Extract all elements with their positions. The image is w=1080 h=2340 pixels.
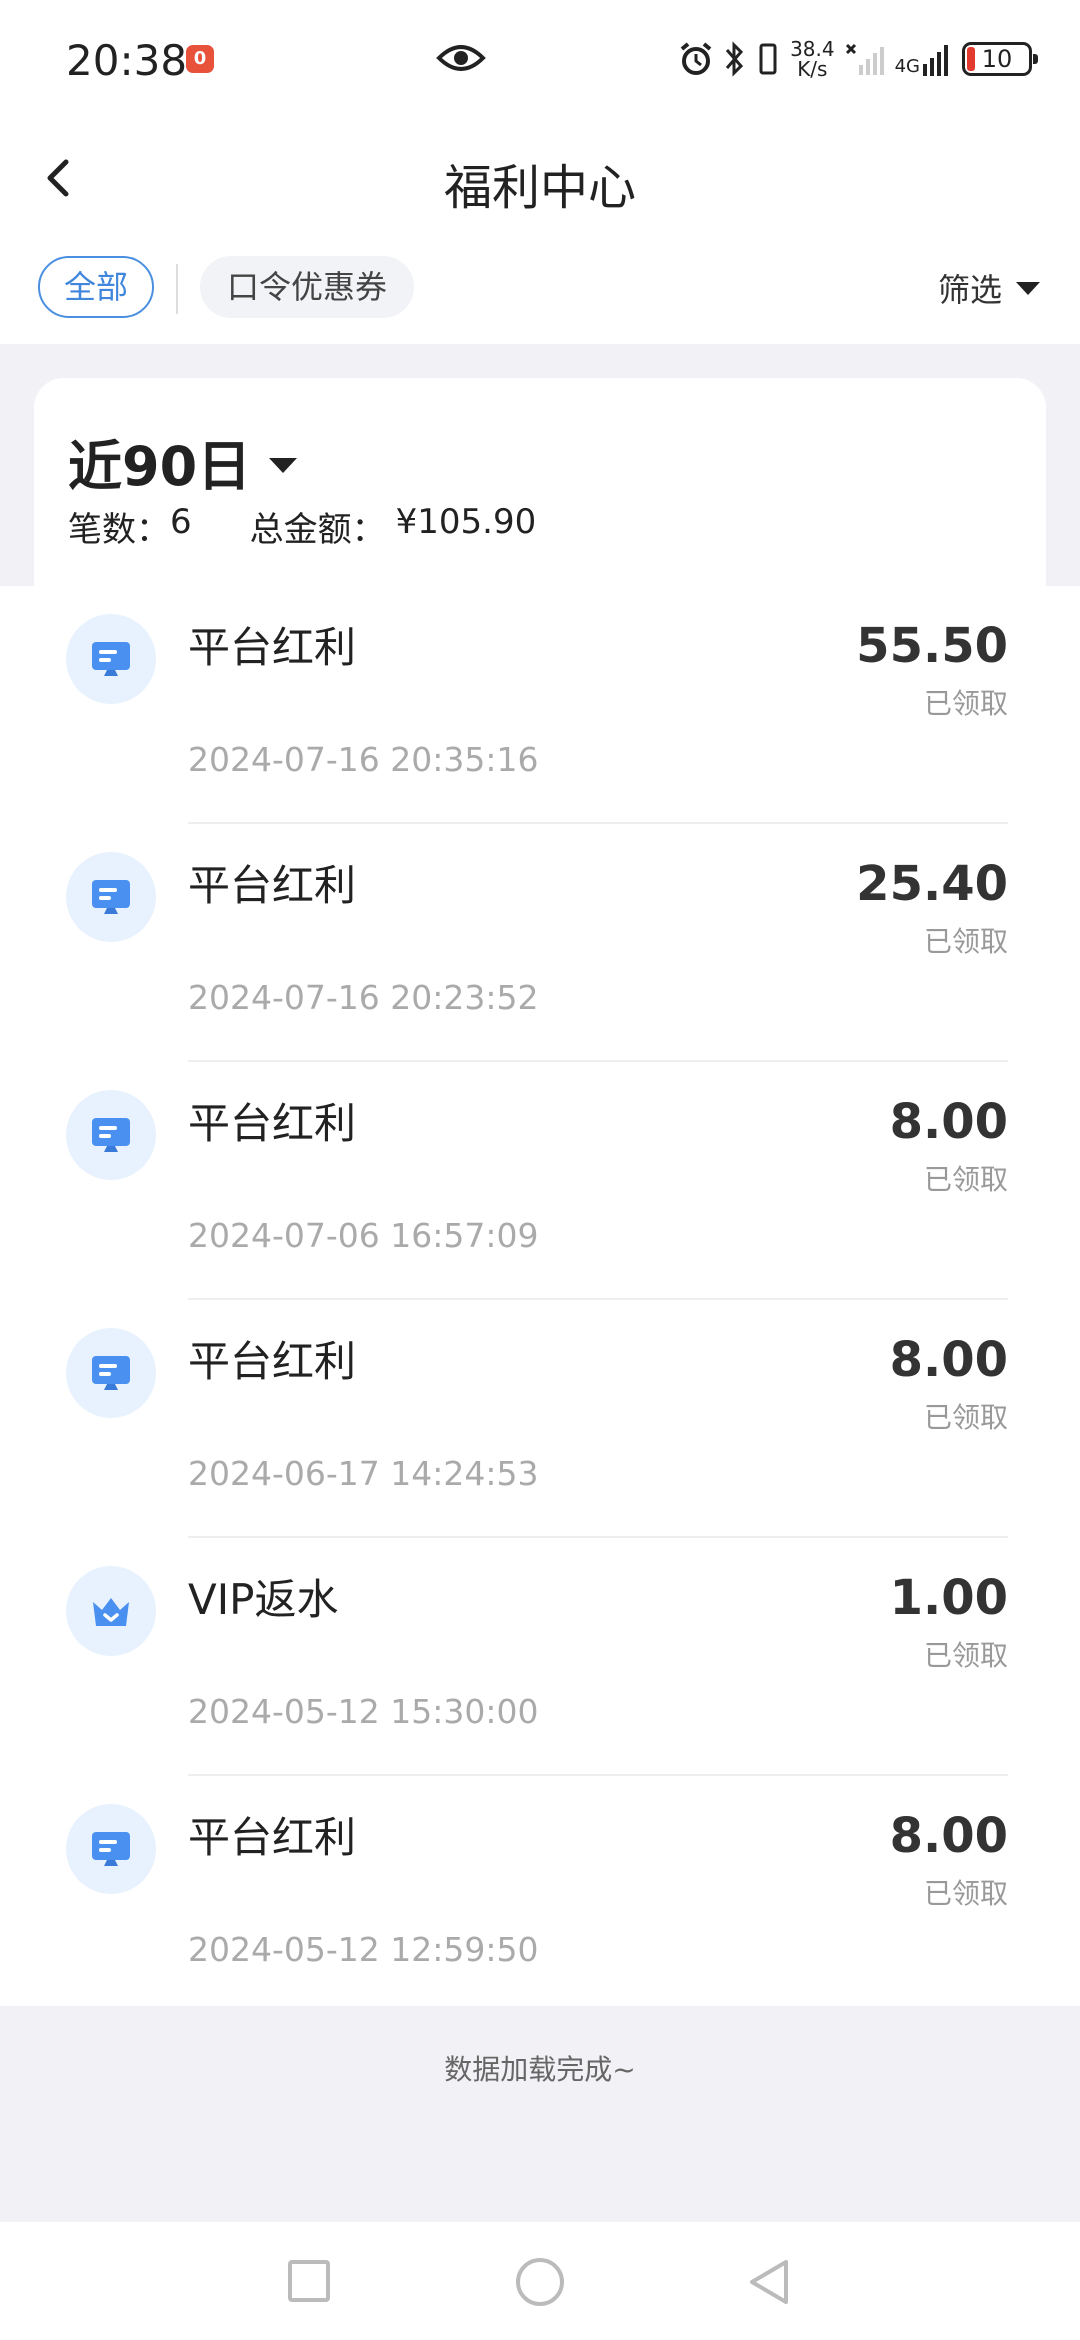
vibrate-icon [759, 43, 777, 75]
record-title: 平台红利 [188, 1099, 357, 1148]
total-value: ¥105.90 [395, 502, 537, 542]
notification-badge: 0 [186, 45, 214, 73]
net-speed-unit: K/s [797, 57, 828, 81]
monitor-icon [66, 1804, 156, 1894]
record-status: 已领取 [923, 925, 1008, 958]
signal-empty-icon [845, 43, 884, 75]
record-time: 2024-07-16 20:35:16 [188, 740, 539, 779]
monitor-icon [66, 852, 156, 942]
total-label: 总金额： [249, 510, 386, 550]
record-amount: 8.00 [889, 1808, 1008, 1864]
list-item[interactable]: 平台红利 8.00 已领取 2024-07-06 16:57:09 [0, 1062, 1080, 1300]
list-item[interactable]: VIP返水 1.00 已领取 2024-05-12 15:30:00 [0, 1538, 1080, 1776]
list-item[interactable]: 平台红利 55.50 已领取 2024-07-16 20:35:16 [0, 586, 1080, 824]
record-time: 2024-05-12 15:30:00 [188, 1692, 539, 1731]
record-amount: 25.40 [856, 856, 1008, 912]
caret-down-icon [269, 458, 298, 473]
period-label: 近90日 [68, 435, 252, 498]
record-title: 平台红利 [188, 1337, 357, 1386]
record-status: 已领取 [923, 1163, 1008, 1196]
signal-full-icon [923, 45, 948, 76]
record-title: 平台红利 [188, 1813, 357, 1862]
eye-icon [436, 45, 486, 71]
page-title: 福利中心 [443, 160, 636, 216]
status-icons: 38.4 K/s 4G 10 [678, 34, 1038, 84]
record-amount: 8.00 [889, 1332, 1008, 1388]
crown-icon [66, 1566, 156, 1656]
record-list: 平台红利 55.50 已领取 2024-07-16 20:35:16 平台红利 … [0, 586, 1080, 2006]
record-time: 2024-05-12 12:59:50 [188, 1930, 539, 1969]
record-status: 已领取 [923, 1639, 1008, 1672]
net-speed: 38.4 K/s [790, 39, 835, 79]
alarm-icon [680, 42, 712, 75]
caret-down-icon [1016, 281, 1040, 295]
back-triangle-icon[interactable] [744, 2256, 794, 2308]
filter-chip-all[interactable]: 全部 [38, 256, 154, 318]
chip-divider [176, 264, 178, 314]
load-complete-text: 数据加载完成~ [444, 2053, 636, 2086]
filter-label: 筛选 [937, 271, 1002, 309]
record-time: 2024-06-17 14:24:53 [188, 1454, 539, 1493]
list-item[interactable]: 平台红利 25.40 已领取 2024-07-16 20:23:52 [0, 824, 1080, 1062]
count-label: 笔数： [68, 510, 170, 550]
list-item[interactable]: 平台红利 8.00 已领取 2024-06-17 14:24:53 [0, 1300, 1080, 1538]
period-selector[interactable]: 近90日 [68, 422, 298, 501]
network-type: 4G [894, 56, 920, 77]
list-item[interactable]: 平台红利 8.00 已领取 2024-05-12 12:59:50 [0, 1776, 1080, 2014]
record-title: 平台红利 [188, 623, 357, 672]
title-bar: 福利中心 [0, 120, 1080, 230]
signal-4g: 4G [895, 42, 952, 76]
summary-stats: 笔数： 6 总金额： ¥105.90 [68, 502, 536, 551]
net-speed-value: 38.4 [790, 37, 835, 61]
status-bar: 20:38 0 38.4 K/s 4G 10 [0, 0, 1080, 120]
summary-card: 近90日 笔数： 6 总金额： ¥105.90 [34, 378, 1046, 586]
record-amount: 1.00 [889, 1570, 1008, 1626]
battery-icon: 10 [962, 42, 1038, 76]
bluetooth-icon [725, 41, 744, 77]
status-time: 20:38 [66, 36, 188, 85]
record-status: 已领取 [923, 687, 1008, 720]
record-time: 2024-07-06 16:57:09 [188, 1216, 539, 1255]
record-status: 已领取 [923, 1877, 1008, 1910]
recents-square-icon[interactable] [288, 2260, 330, 2302]
monitor-icon [66, 1090, 156, 1180]
monitor-icon [66, 1328, 156, 1418]
record-title: 平台红利 [188, 861, 357, 910]
home-circle-icon[interactable] [516, 2258, 564, 2306]
filter-chip-coupon[interactable]: 口令优惠券 [200, 256, 414, 318]
record-amount: 8.00 [889, 1094, 1008, 1150]
record-status: 已领取 [923, 1401, 1008, 1434]
filter-bar: 全部 口令优惠券 筛选 [0, 230, 1080, 344]
system-nav-bar [0, 2222, 1080, 2340]
filter-button[interactable]: 筛选 [938, 266, 1040, 310]
monitor-icon [66, 614, 156, 704]
record-time: 2024-07-16 20:23:52 [188, 978, 539, 1017]
record-amount: 55.50 [856, 618, 1008, 674]
record-title: VIP返水 [188, 1575, 339, 1624]
count-value: 6 [170, 502, 192, 542]
